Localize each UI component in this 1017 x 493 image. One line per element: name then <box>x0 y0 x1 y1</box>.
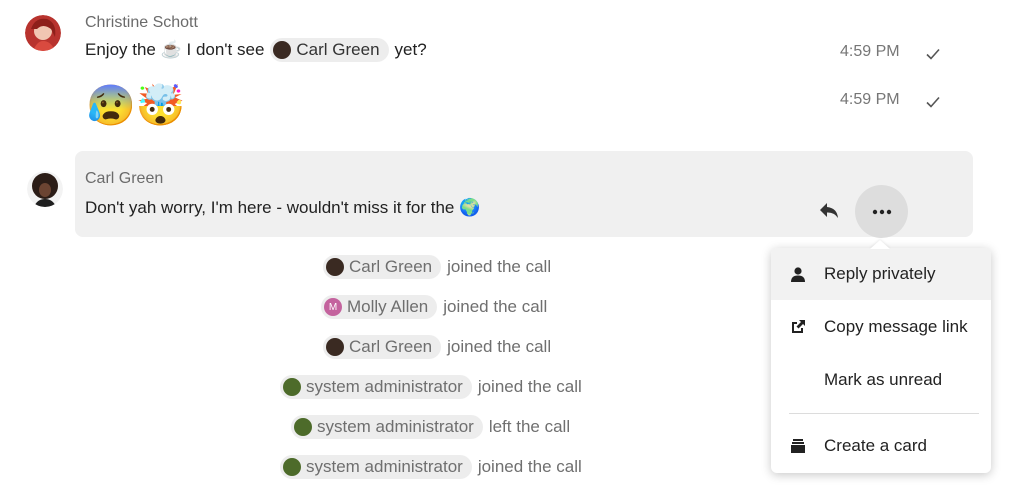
menu-divider <box>789 413 979 414</box>
deck-card-icon <box>788 436 808 456</box>
user-chip-label: Carl Green <box>349 337 433 356</box>
system-message: M Molly Allen joined the call <box>321 295 547 319</box>
system-action: joined the call <box>443 297 548 316</box>
user-chip-label: Molly Allen <box>347 297 429 316</box>
avatar-christine-schott[interactable] <box>25 15 61 51</box>
checkmark-icon <box>925 46 941 67</box>
external-link-icon <box>788 317 808 337</box>
user-chip[interactable]: system administrator <box>280 455 472 479</box>
user-chip-label: Carl Green <box>349 257 433 276</box>
menu-item-copy-message-link[interactable]: Copy message link <box>771 301 991 353</box>
system-message: system administrator joined the call <box>280 455 582 479</box>
message-text-before: Enjoy the ☕ I don't see <box>85 40 265 59</box>
message-timestamp: 4:59 PM <box>840 43 900 60</box>
menu-item-reply-privately[interactable]: Reply privately <box>771 248 991 300</box>
checkmark-icon <box>925 94 941 115</box>
system-message: Carl Green joined the call <box>323 255 551 279</box>
user-chip[interactable]: Carl Green <box>323 335 442 359</box>
avatar-carl-green[interactable] <box>27 171 63 207</box>
menu-item-label: Mark as unread <box>824 370 943 389</box>
message-hover-background <box>75 151 973 237</box>
avatar-letter: M <box>328 301 338 313</box>
user-icon <box>788 264 808 284</box>
message-text: Enjoy the ☕ I don't see Carl Green yet? <box>85 38 427 62</box>
blank-icon <box>788 370 808 390</box>
message-text: Don't yah worry, I'm here - wouldn't mis… <box>85 198 481 217</box>
avatar-molly-allen-mini: M <box>324 298 342 316</box>
user-chip[interactable]: system administrator <box>280 375 472 399</box>
system-action: joined the call <box>477 377 582 396</box>
system-message: Carl Green joined the call <box>323 335 551 359</box>
mention-chip[interactable]: Carl Green <box>270 38 389 62</box>
system-message: system administrator joined the call <box>280 375 582 399</box>
emoji-message: 😰🤯 <box>86 84 186 128</box>
message-actions-menu: Reply privately Copy message link Mark a… <box>771 248 991 473</box>
system-action: joined the call <box>447 337 552 356</box>
system-action: joined the call <box>477 457 582 476</box>
avatar-carl-green-mini <box>326 338 344 356</box>
avatar-admin-mini <box>294 418 312 436</box>
message-author: Christine Schott <box>85 14 198 31</box>
message-timestamp: 4:59 PM <box>840 91 900 108</box>
dots-horizontal-icon <box>872 209 891 214</box>
menu-item-label: Reply privately <box>824 264 936 283</box>
avatar-carl-green-mini <box>273 41 292 59</box>
avatar-admin-mini <box>283 378 301 396</box>
user-chip[interactable]: system administrator <box>291 415 483 439</box>
system-message: system administrator left the call <box>291 415 570 439</box>
user-chip[interactable]: Carl Green <box>323 255 442 279</box>
avatar-admin-mini <box>283 458 301 476</box>
menu-item-create-a-card[interactable]: Create a card <box>771 420 991 472</box>
user-chip[interactable]: M Molly Allen <box>321 295 438 319</box>
message-text-after: yet? <box>394 40 427 59</box>
message-author: Carl Green <box>85 170 164 187</box>
menu-item-label: Copy message link <box>824 317 968 336</box>
reply-icon[interactable] <box>818 201 840 224</box>
user-chip-label: system administrator <box>306 377 463 396</box>
menu-item-mark-as-unread[interactable]: Mark as unread <box>771 354 991 406</box>
more-actions-button[interactable] <box>855 185 908 238</box>
user-chip-label: system administrator <box>317 417 474 436</box>
system-action: joined the call <box>447 257 552 276</box>
mention-label: Carl Green <box>296 40 380 59</box>
menu-item-label: Create a card <box>824 436 927 455</box>
avatar-carl-green-mini <box>326 258 344 276</box>
user-chip-label: system administrator <box>306 457 463 476</box>
system-action: left the call <box>488 417 571 436</box>
menu-pointer <box>870 240 890 249</box>
